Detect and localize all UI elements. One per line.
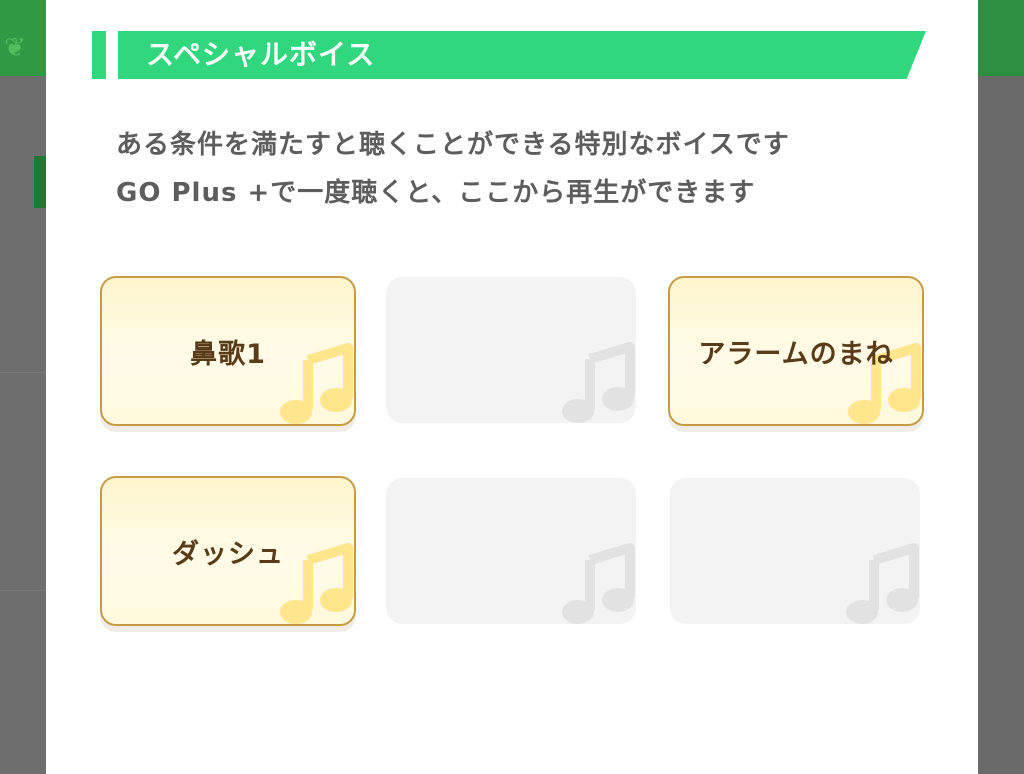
background-header-right [978, 0, 1024, 76]
background-divider [0, 372, 48, 373]
voice-label: アラームのまね [698, 338, 894, 370]
music-note-icon [846, 543, 919, 624]
modal-title: スペシャルボイス [146, 38, 376, 71]
voice-card-alarm[interactable]: アラームのまね [668, 276, 924, 426]
background-divider [0, 590, 48, 591]
description-line-1: ある条件を満たすと聴くことができる特別なボイスです [116, 130, 790, 160]
music-note-icon [562, 543, 635, 624]
voice-label: 鼻歌1 [190, 338, 266, 370]
voice-card-locked [670, 478, 920, 624]
voice-label: ダッシュ [172, 538, 284, 570]
background-right-area [978, 0, 1024, 774]
voice-card-hanauta1[interactable]: 鼻歌1 [100, 276, 356, 426]
app-logo-icon: ❦ [4, 33, 26, 63]
voice-card-locked [386, 478, 636, 624]
description-line-2: GO Plus +で一度聴くと、ここから再生ができます [116, 178, 756, 208]
title-accent-bar [92, 31, 106, 79]
voice-card-dash[interactable]: ダッシュ [100, 476, 356, 626]
music-note-icon [562, 342, 635, 423]
voice-card-locked [386, 277, 636, 423]
